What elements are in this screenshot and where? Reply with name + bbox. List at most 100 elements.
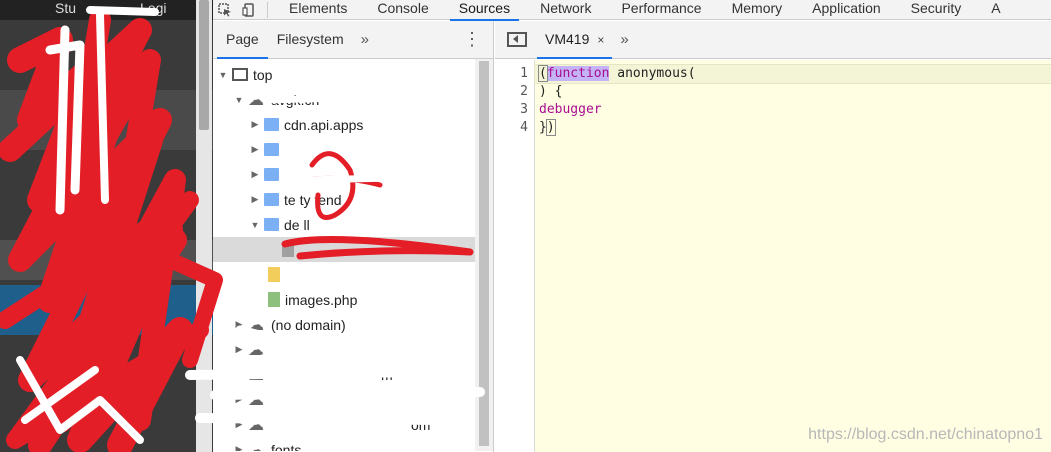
tree-expand-arrow-icon[interactable]: ▶ bbox=[233, 419, 245, 430]
cloud-icon: ☁ bbox=[248, 441, 264, 452]
close-icon[interactable]: × bbox=[597, 33, 604, 47]
tree-item-folder[interactable]: ▶ bbox=[213, 137, 475, 162]
tree-collapse-arrow-icon[interactable]: ▼ bbox=[249, 220, 261, 230]
code-keyword: debugger bbox=[539, 102, 602, 117]
file-icon bbox=[282, 242, 294, 257]
php-file-icon bbox=[268, 292, 280, 307]
page-blue-band bbox=[0, 285, 213, 335]
toggle-navigator-icon[interactable] bbox=[507, 32, 527, 47]
folder-icon bbox=[264, 118, 279, 131]
page-scroll-thumb[interactable] bbox=[199, 0, 209, 130]
code-editor[interactable]: (function anonymous( ) { debugger }) htt… bbox=[534, 60, 1051, 452]
editor-tab-label: VM419 bbox=[545, 31, 590, 47]
code-line[interactable]: debugger bbox=[535, 101, 1051, 119]
tree-item-domain[interactable]: ▶ ☁ om bbox=[213, 412, 475, 437]
tree-collapse-arrow-icon[interactable]: ▼ bbox=[217, 70, 229, 80]
tab-filesystem[interactable]: Filesystem bbox=[268, 21, 353, 58]
cloud-icon: ☁ bbox=[248, 341, 264, 359]
tree-expand-arrow-icon[interactable]: ▶ bbox=[233, 319, 245, 330]
page-partial-text-2: Logi bbox=[140, 0, 167, 16]
code-line[interactable]: (function anonymous( bbox=[534, 64, 1051, 84]
tree-item-domain[interactable]: ▶ ☁ (no domain) bbox=[213, 312, 475, 337]
tree-expand-arrow-icon[interactable]: ▶ bbox=[249, 194, 261, 205]
toolbar-divider bbox=[267, 1, 268, 18]
code-keyword: function bbox=[546, 66, 610, 81]
tree-expand-arrow-icon[interactable]: ▶ bbox=[233, 369, 245, 380]
js-file-icon bbox=[268, 267, 280, 282]
devtools-toolbar: Elements Console Sources Network Perform… bbox=[213, 0, 1051, 21]
navigator-menu-icon[interactable]: ⋮ bbox=[463, 21, 481, 58]
tree-item-label: top bbox=[253, 66, 273, 83]
page-partial-text: Stu bbox=[55, 0, 77, 16]
tree-expand-arrow-icon[interactable]: ▶ bbox=[233, 394, 245, 405]
tab-performance[interactable]: Performance bbox=[606, 0, 716, 20]
tab-security[interactable]: Security bbox=[896, 0, 977, 20]
tab-network[interactable]: Network bbox=[525, 0, 606, 20]
code-line[interactable]: ) { bbox=[535, 83, 1051, 101]
tree-item-folder[interactable]: ▶ cdn.api.apps bbox=[213, 112, 475, 137]
tree-item-label: (no domain) bbox=[271, 316, 346, 333]
tree-item-folder[interactable]: ▶ bbox=[213, 162, 475, 187]
tree-expand-arrow-icon[interactable]: ▶ bbox=[233, 344, 245, 355]
tree-item-domain[interactable]: ▶ ☁ fonts bbox=[213, 437, 475, 452]
code-token: } bbox=[539, 120, 547, 135]
page-band bbox=[0, 90, 213, 150]
tree-item-top[interactable]: ▼ top bbox=[213, 62, 475, 87]
tree-item-folder[interactable]: ▶ te ty tend bbox=[213, 187, 475, 212]
tree-expand-arrow-icon[interactable]: ▶ bbox=[249, 119, 261, 130]
more-editor-tabs-chevron-icon[interactable]: » bbox=[612, 31, 636, 48]
device-toolbar-icon[interactable] bbox=[237, 0, 261, 20]
tree-expand-arrow-icon[interactable]: ▶ bbox=[249, 144, 261, 155]
navigator-tabs: Page Filesystem » ⋮ bbox=[213, 21, 493, 59]
page-band bbox=[0, 240, 213, 280]
file-tree: ▼ top ▼ ☁ avgk.cn ▶ cdn.api.apps ▶ ▶ ▶ t… bbox=[213, 59, 493, 451]
tree-item-label: images.php bbox=[285, 291, 358, 308]
tree-collapse-arrow-icon[interactable]: ▼ bbox=[233, 95, 245, 105]
tree-item-file[interactable]: images.php bbox=[213, 287, 475, 312]
line-number-gutter[interactable]: 1 2 3 4 bbox=[495, 60, 535, 452]
page-header-band bbox=[0, 0, 213, 20]
tab-sources[interactable]: Sources bbox=[444, 0, 525, 21]
tree-scrollbar[interactable] bbox=[475, 59, 493, 451]
frame-icon bbox=[232, 68, 248, 81]
cloud-icon: ☁ bbox=[248, 366, 264, 384]
code-token: ( bbox=[538, 65, 548, 82]
tree-item-label: m bbox=[381, 366, 393, 383]
editor-tab-bar: VM419 × » bbox=[495, 21, 1051, 59]
tree-item-folder[interactable]: ▼ de ll bbox=[213, 212, 475, 237]
folder-icon bbox=[264, 218, 279, 231]
code-line[interactable]: }) bbox=[535, 119, 1051, 137]
tree-scroll-thumb[interactable] bbox=[479, 61, 489, 446]
tree-item-file[interactable] bbox=[213, 262, 475, 287]
folder-icon bbox=[264, 143, 279, 156]
line-number[interactable]: 2 bbox=[495, 83, 528, 101]
watermark-text: https://blog.csdn.net/chinatopno1 bbox=[808, 426, 1043, 443]
line-number[interactable]: 3 bbox=[495, 101, 528, 119]
tab-page[interactable]: Page bbox=[217, 21, 268, 59]
tab-console[interactable]: Console bbox=[362, 0, 443, 20]
page-viewport-strip: Stu Logi bbox=[0, 0, 213, 452]
tree-item-domain[interactable]: ▼ ☁ avgk.cn bbox=[213, 87, 475, 112]
tree-item-domain[interactable]: ▶ ☁ bbox=[213, 337, 475, 362]
tab-memory[interactable]: Memory bbox=[717, 0, 798, 20]
tree-item-domain[interactable]: ▶ ☁ m bbox=[213, 362, 475, 387]
tree-item-selected-file[interactable] bbox=[213, 237, 475, 262]
tab-elements[interactable]: Elements bbox=[274, 0, 362, 20]
cloud-icon: ☁ bbox=[248, 91, 264, 109]
tree-item-label: de ll bbox=[284, 216, 310, 233]
code-token: anonymous( bbox=[609, 66, 696, 81]
tree-item-domain[interactable]: ▶ ☁ bbox=[213, 387, 475, 412]
tab-application[interactable]: Application bbox=[797, 0, 896, 20]
line-number[interactable]: 1 bbox=[495, 65, 528, 83]
tree-expand-arrow-icon[interactable]: ▶ bbox=[249, 169, 261, 180]
tree-item-label: cdn.api.apps bbox=[284, 116, 364, 133]
code-token: ) bbox=[545, 119, 556, 136]
tree-expand-arrow-icon[interactable]: ▶ bbox=[233, 444, 245, 451]
code-token: ) { bbox=[539, 84, 563, 99]
tree-item-label: avgk.cn bbox=[271, 91, 320, 108]
line-number[interactable]: 4 bbox=[495, 119, 528, 137]
more-tabs-chevron-icon[interactable]: » bbox=[353, 31, 377, 48]
tab-audits-truncated[interactable]: A bbox=[976, 0, 1015, 20]
inspect-element-icon[interactable] bbox=[213, 0, 237, 20]
editor-tab-vm419[interactable]: VM419 × bbox=[537, 21, 613, 59]
